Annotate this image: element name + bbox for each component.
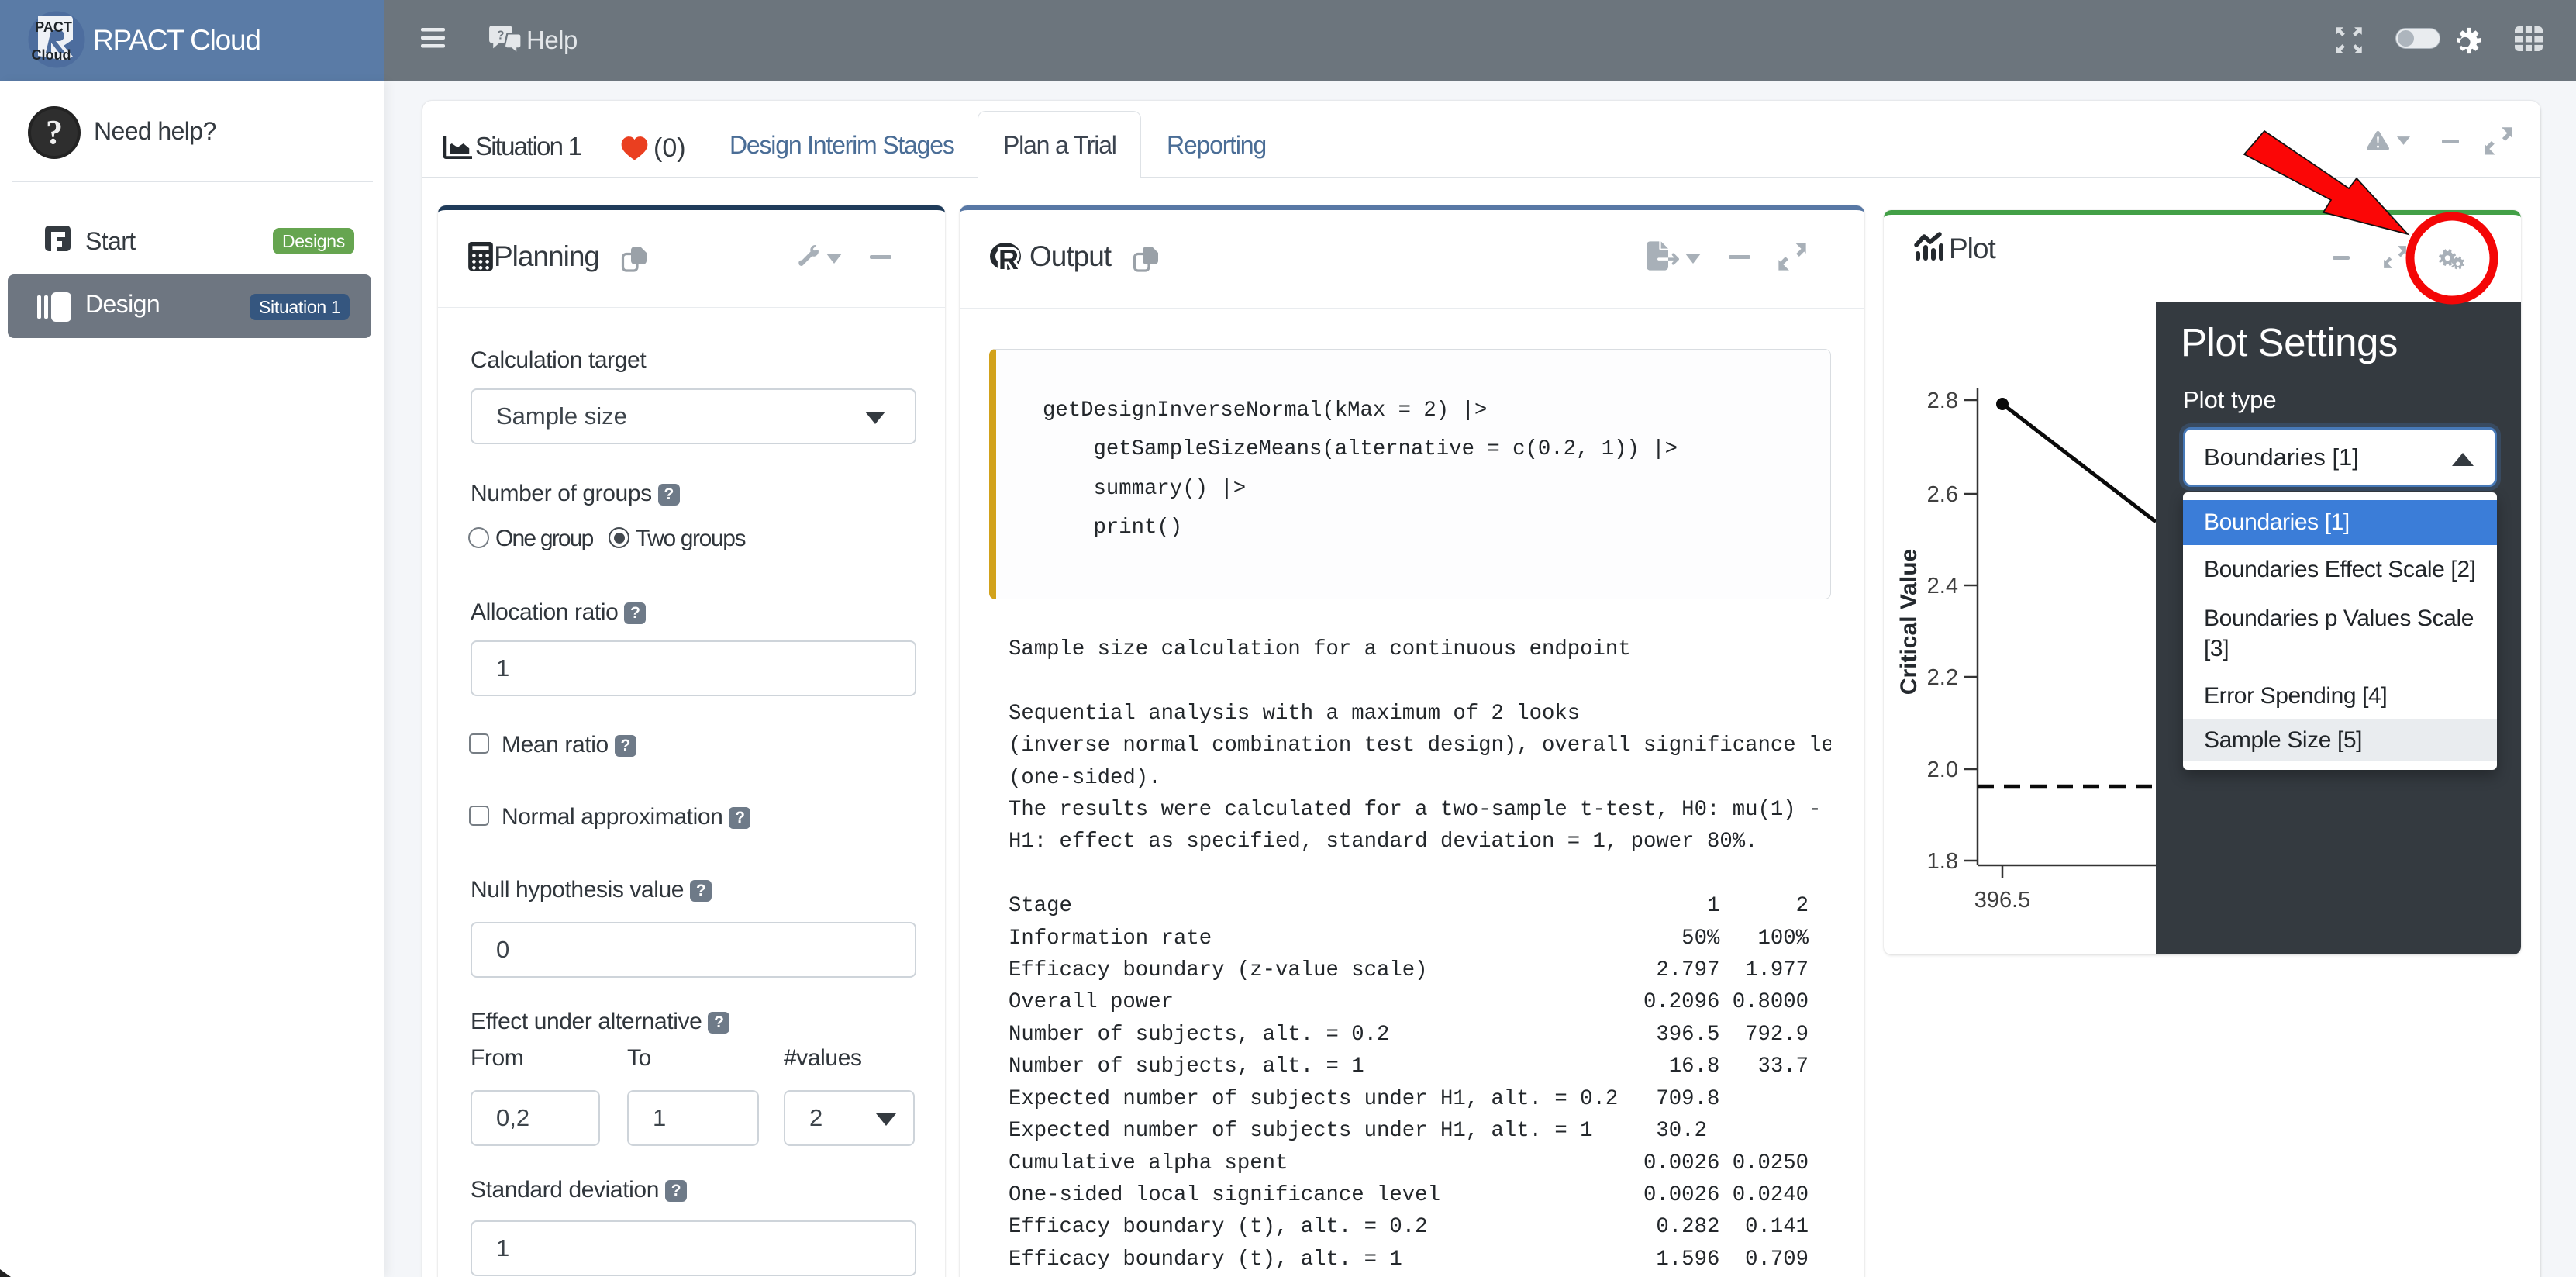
- svg-text:2.4: 2.4: [1927, 574, 1958, 599]
- svg-text:2.2: 2.2: [1927, 665, 1958, 690]
- svg-text:Critical Value: Critical Value: [1896, 549, 1922, 695]
- svg-text:396.5: 396.5: [1974, 888, 2031, 913]
- svg-text:PACT: PACT: [35, 19, 72, 35]
- svg-text:?: ?: [46, 113, 63, 151]
- svg-text:Cloud: Cloud: [32, 47, 71, 63]
- svg-text:2.8: 2.8: [1927, 388, 1958, 413]
- svg-text:2.0: 2.0: [1927, 758, 1958, 782]
- svg-text:2.6: 2.6: [1927, 482, 1958, 507]
- svg-text:?: ?: [497, 29, 505, 42]
- svg-text:R: R: [998, 243, 1019, 274]
- svg-text:1.8: 1.8: [1927, 849, 1958, 874]
